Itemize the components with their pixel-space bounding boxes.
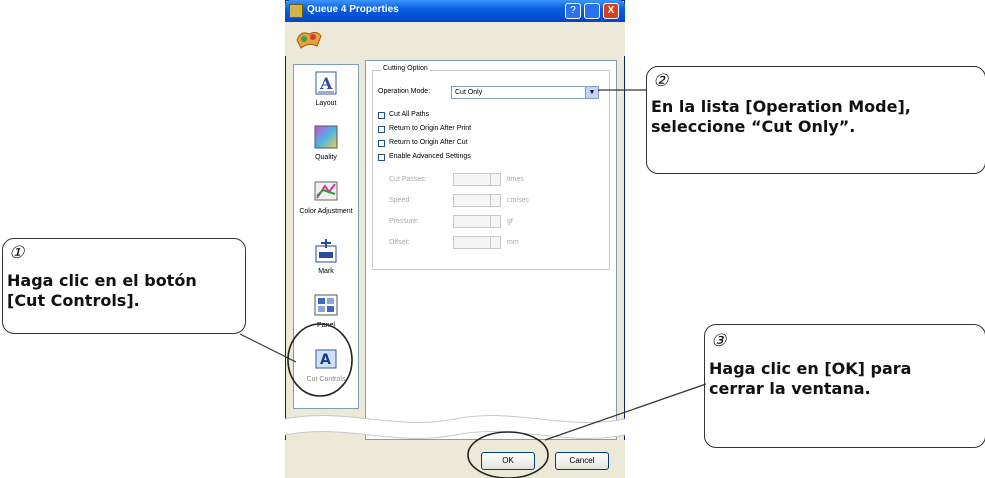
offset-unit: mm [507,239,519,246]
sidebar-item-label: Panel [317,322,335,329]
operation-mode-value: Cut Only [455,89,483,96]
panel-icon [314,294,338,316]
torn-edge [285,415,625,439]
spinner-arrows-icon [490,237,500,248]
svg-text:A: A [320,352,331,368]
callout-step-1: ① Haga clic en el botón [Cut Controls]. [2,238,246,334]
checkbox-return-after-cut[interactable]: Return to Origin After Cut [378,139,538,149]
minimize-button[interactable] [584,3,600,19]
sidebar-item-color-adjustment[interactable]: Color Adjustment [294,175,358,230]
group-title: Cutting Option [381,65,430,72]
step-number: ② [653,71,669,91]
pressure-spinner [453,215,501,228]
sidebar-item-layout[interactable]: A Layout [294,67,358,122]
callout-line: Haga clic en el botón [7,271,197,290]
speed-unit: cm/sec [507,197,530,204]
checkbox-box[interactable] [378,140,385,147]
checkbox-return-after-print[interactable]: Return to Origin After Print [378,125,538,135]
callout-line: [Cut Controls]. [7,291,140,310]
step-number: ① [9,243,25,263]
properties-dialog: Queue 4 Properties ? X A Layout Quality … [285,0,625,478]
callout-step-2: ② En la lista [Operation Mode], seleccio… [646,66,985,174]
mark-icon [315,239,337,263]
title-bar[interactable]: Queue 4 Properties ? X [285,0,625,22]
operation-mode-select[interactable]: Cut Only ▼ [451,86,599,99]
sidebar-item-label: Color Adjustment [299,208,353,215]
callout-step-3: ③ Haga clic en [OK] para cerrar la venta… [704,324,985,448]
spinner-arrows-icon [490,195,500,206]
checkbox-box[interactable] [378,126,385,133]
chevron-down-icon[interactable]: ▼ [585,87,598,98]
sidebar-item-cut-controls[interactable]: A Cut Controls [294,343,358,398]
sidebar-item-label: Quality [315,154,337,161]
checkbox-box[interactable] [378,112,385,119]
checkbox-label: Return to Origin After Print [389,125,472,132]
sidebar-item-panel[interactable]: Panel [294,289,358,344]
pressure-unit: gf [507,218,513,225]
cut-passes-spinner [453,173,501,186]
speed-spinner [453,194,501,207]
sidebar-item-mark[interactable]: Mark [294,235,358,290]
step-number: ③ [711,331,727,351]
cutting-option-group: Cutting Option Operation Mode: Cut Only … [372,65,610,270]
color-adjustment-icon [314,181,338,201]
quality-icon [314,125,338,149]
speed-label: Speed: [389,197,412,204]
layout-icon: A [315,71,337,95]
logo-icon [296,31,322,49]
cut-passes-label: Cut Passes: [389,176,427,183]
sidebar-item-quality[interactable]: Quality [294,121,358,176]
category-sidebar: A Layout Quality Color Adjustment Mark P… [293,64,359,409]
callout-line: En la lista [Operation Mode], [651,97,911,116]
checkbox-label: Return to Origin After Cut [389,139,468,146]
offset-spinner [453,236,501,249]
settings-panel: Cutting Option Operation Mode: Cut Only … [365,60,617,440]
toolbar [285,22,625,56]
ok-button[interactable]: OK [481,452,535,470]
printer-icon [289,4,303,18]
spinner-arrows-icon [490,174,500,185]
checkbox-label: Enable Advanced Settings [389,153,471,160]
cut-passes-unit: times [507,176,524,183]
cut-controls-icon: A [315,349,337,369]
callout-line: Haga clic en [OK] para [709,359,912,378]
operation-mode-label: Operation Mode: [378,88,431,95]
checkbox-label: Cut All Paths [389,111,430,118]
sidebar-item-label: Cut Controls [306,376,346,383]
callout-line: cerrar la ventana. [709,379,871,398]
help-button[interactable]: ? [565,3,581,19]
svg-text:A: A [319,74,333,93]
offset-label: Offset: [389,239,410,246]
checkbox-cut-all-paths[interactable]: Cut All Paths [378,111,538,121]
sidebar-item-label: Layout [315,100,337,107]
dialog-footer: OK Cancel [285,440,625,478]
cancel-button[interactable]: Cancel [555,452,609,470]
pressure-label: Pressure: [389,218,419,225]
spinner-arrows-icon [490,216,500,227]
checkbox-enable-advanced[interactable]: Enable Advanced Settings [378,153,538,163]
close-button[interactable]: X [603,3,619,19]
callout-line: seleccione “Cut Only”. [651,117,856,136]
checkbox-box[interactable] [378,154,385,161]
sidebar-item-label: Mark [318,268,334,275]
window-title: Queue 4 Properties [307,4,399,15]
